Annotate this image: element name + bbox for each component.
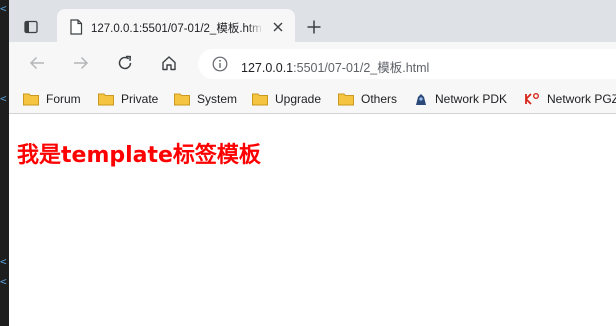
bookmark-label: Upgrade bbox=[275, 92, 322, 106]
folder-icon bbox=[338, 93, 354, 106]
folder-icon bbox=[23, 93, 39, 106]
plus-icon bbox=[307, 20, 321, 34]
tab-strip: 127.0.0.1:5501/07-01/2_模板.html bbox=[9, 0, 616, 42]
page-content: 我是template标签模板 bbox=[9, 115, 616, 326]
bookmark-label: Forum bbox=[46, 92, 81, 106]
home-button[interactable] bbox=[159, 53, 179, 73]
bookmark-network-pdk[interactable]: Network PDK bbox=[414, 90, 507, 108]
bookmark-label: Private bbox=[121, 92, 159, 106]
bookmark-folder-upgrade[interactable]: Upgrade bbox=[252, 90, 321, 108]
home-icon bbox=[162, 56, 176, 71]
toolbar: 127.0.0.1:5501/07-01/2_模板.html bbox=[9, 42, 616, 84]
folder-icon bbox=[98, 93, 114, 106]
bookmark-folder-private[interactable]: Private bbox=[98, 90, 158, 108]
bookmark-folder-system[interactable]: System bbox=[174, 90, 237, 108]
page-icon bbox=[70, 19, 83, 35]
editor-code-fragment: < bbox=[0, 275, 7, 288]
bookmark-label: Network PDK bbox=[435, 92, 508, 106]
page-heading: 我是template标签模板 bbox=[17, 143, 261, 168]
back-button[interactable] bbox=[27, 53, 47, 73]
new-tab-button[interactable] bbox=[305, 18, 323, 36]
close-icon bbox=[273, 22, 283, 32]
reload-icon bbox=[118, 55, 132, 70]
tab-actions-icon bbox=[24, 20, 38, 34]
bookmark-label: Others bbox=[361, 92, 398, 106]
url-path: :5501/07-01/2_模板.html bbox=[293, 61, 430, 75]
tab-title: 127.0.0.1:5501/07-01/2_模板.html bbox=[91, 20, 263, 36]
pdk-icon bbox=[416, 94, 426, 105]
bookmark-folder-forum[interactable]: Forum bbox=[23, 90, 81, 108]
tab-close-button[interactable] bbox=[270, 19, 286, 35]
active-tab[interactable]: 127.0.0.1:5501/07-01/2_模板.html bbox=[57, 9, 295, 42]
folder-icon bbox=[174, 93, 190, 106]
bookmark-folder-others[interactable]: Others bbox=[338, 90, 397, 108]
pgz-icon bbox=[525, 93, 539, 105]
editor-code-fragment: < bbox=[0, 255, 7, 268]
reload-button[interactable] bbox=[115, 53, 135, 73]
url-text[interactable]: 127.0.0.1:5501/07-01/2_模板.html bbox=[241, 57, 429, 76]
info-icon[interactable] bbox=[212, 56, 228, 72]
forward-button[interactable] bbox=[71, 53, 91, 73]
arrow-left-icon bbox=[29, 56, 44, 70]
arrow-right-icon bbox=[74, 56, 89, 70]
url-host: 127.0.0.1 bbox=[241, 61, 294, 75]
editor-code-fragment: < bbox=[0, 92, 7, 105]
bookmark-label: Network PGZ bbox=[547, 92, 616, 106]
folder-icon bbox=[252, 93, 268, 106]
editor-code-fragment: < bbox=[0, 2, 7, 15]
address-bar[interactable]: 127.0.0.1:5501/07-01/2_模板.html bbox=[198, 49, 616, 79]
tab-actions-button[interactable] bbox=[21, 17, 41, 37]
bookmark-label: System bbox=[197, 92, 238, 106]
bookmark-network-pgz[interactable]: Network PGZ bbox=[524, 90, 616, 108]
bookmarks-bar: Forum Private System Upgrade Others Netw… bbox=[9, 84, 616, 114]
browser-window: 127.0.0.1:5501/07-01/2_模板.html 127.0.0.1… bbox=[9, 0, 616, 326]
